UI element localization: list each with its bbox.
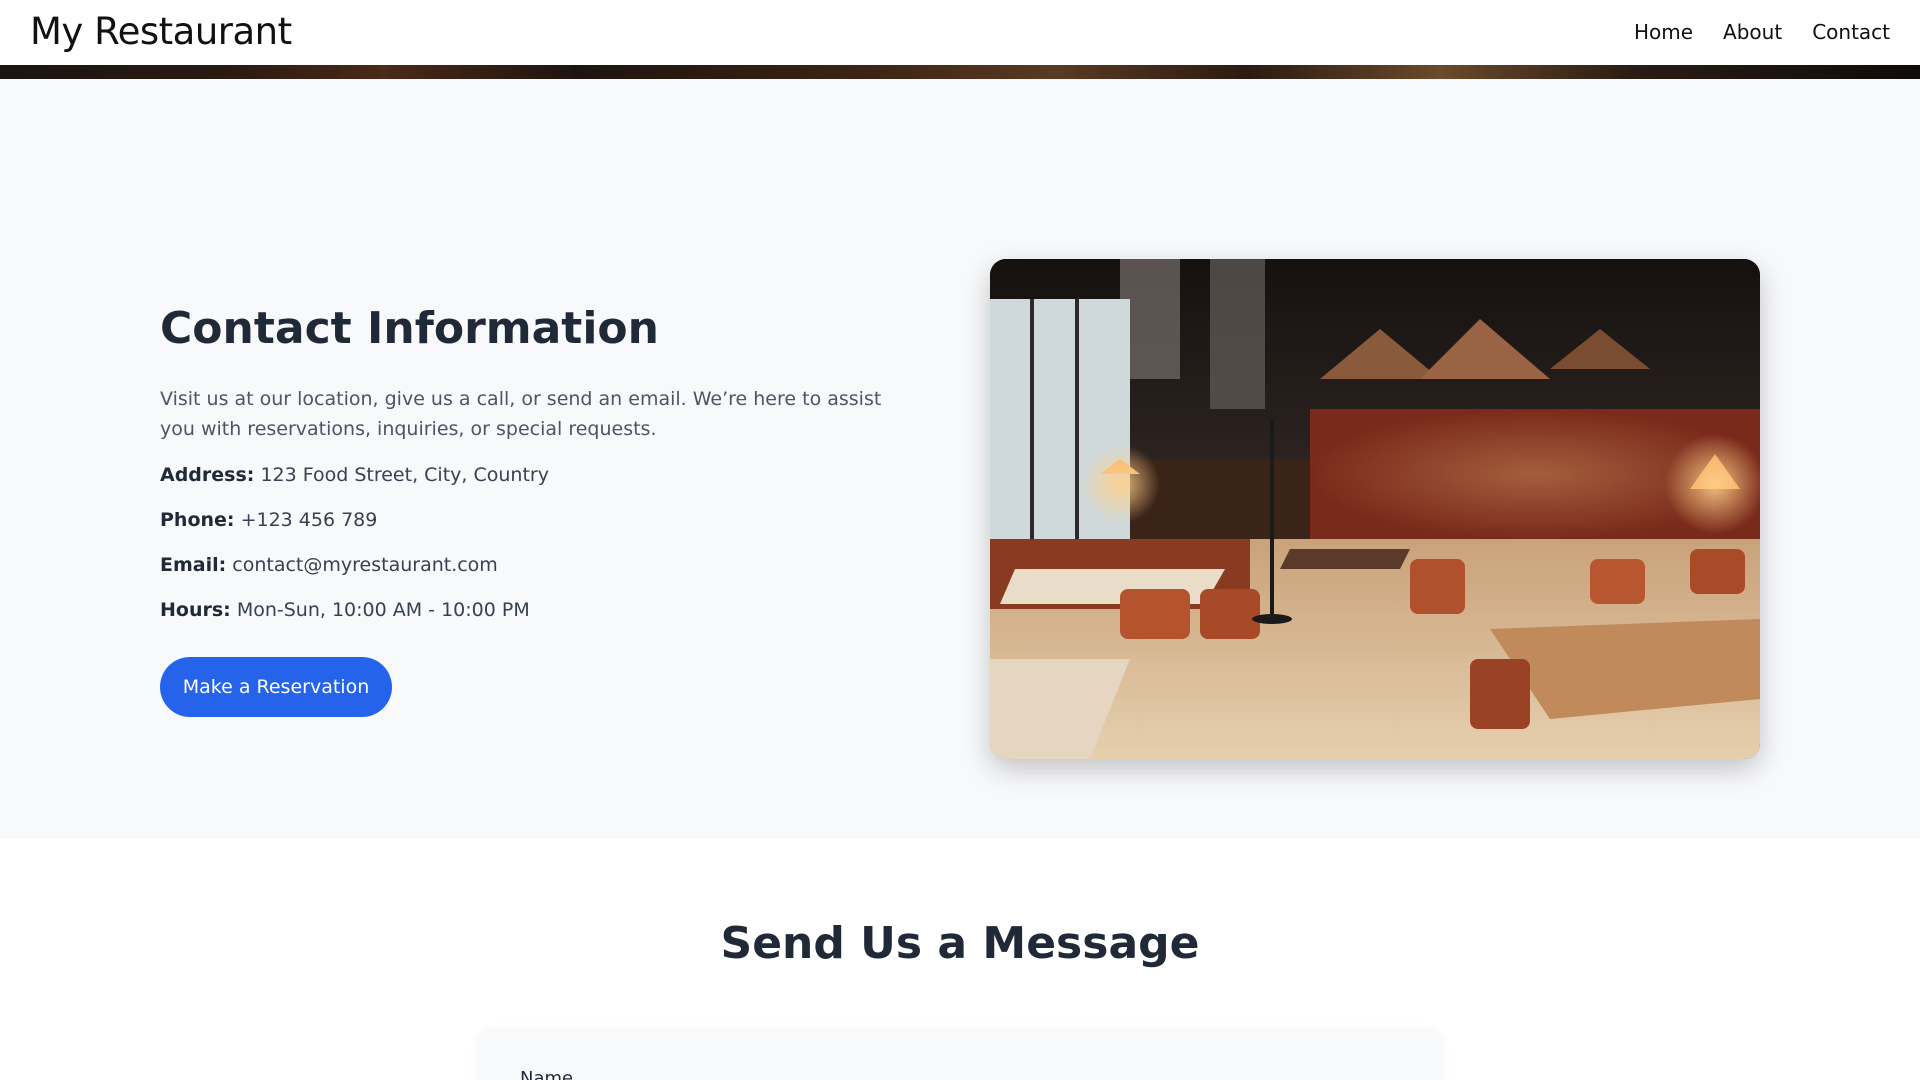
- make-reservation-button[interactable]: Make a Reservation: [160, 657, 392, 717]
- address-value: 123 Food Street, City, Country: [260, 464, 549, 486]
- contact-section: Contact Information Visit us at our loca…: [0, 79, 1920, 839]
- hero-image-strip: [0, 65, 1920, 79]
- contact-description: Visit us at our location, give us a call…: [160, 388, 882, 440]
- hours-value: Mon-Sun, 10:00 AM - 10:00 PM: [236, 599, 530, 621]
- contact-title: Contact Information: [160, 303, 659, 354]
- nav-link-about[interactable]: About: [1723, 20, 1782, 44]
- send-message-title: Send Us a Message: [720, 918, 1200, 969]
- brand-logo-text[interactable]: My Restaurant: [30, 10, 292, 53]
- top-navbar: My Restaurant Home About Contact: [0, 0, 1920, 65]
- email-value: contact@myrestaurant.com: [232, 554, 498, 576]
- restaurant-interior-illustration: [990, 259, 1760, 759]
- address-label: Address:: [160, 464, 255, 486]
- nav-link-home[interactable]: Home: [1634, 20, 1693, 44]
- phone-label: Phone:: [160, 509, 235, 531]
- name-field-label: Name: [520, 1068, 574, 1080]
- hours-label: Hours:: [160, 599, 231, 621]
- phone-value: +123 456 789: [240, 509, 378, 531]
- email-line: Email: contact@myrestaurant.com: [160, 554, 498, 576]
- address-line: Address: 123 Food Street, City, Country: [160, 464, 549, 486]
- hours-line: Hours: Mon-Sun, 10:00 AM - 10:00 PM: [160, 599, 530, 621]
- email-label: Email:: [160, 554, 227, 576]
- message-form-card: Name: [478, 1028, 1442, 1080]
- restaurant-interior-photo: [990, 259, 1760, 759]
- phone-line: Phone: +123 456 789: [160, 509, 377, 531]
- nav-link-contact[interactable]: Contact: [1812, 20, 1890, 44]
- main-nav: Home About Contact: [1634, 20, 1890, 44]
